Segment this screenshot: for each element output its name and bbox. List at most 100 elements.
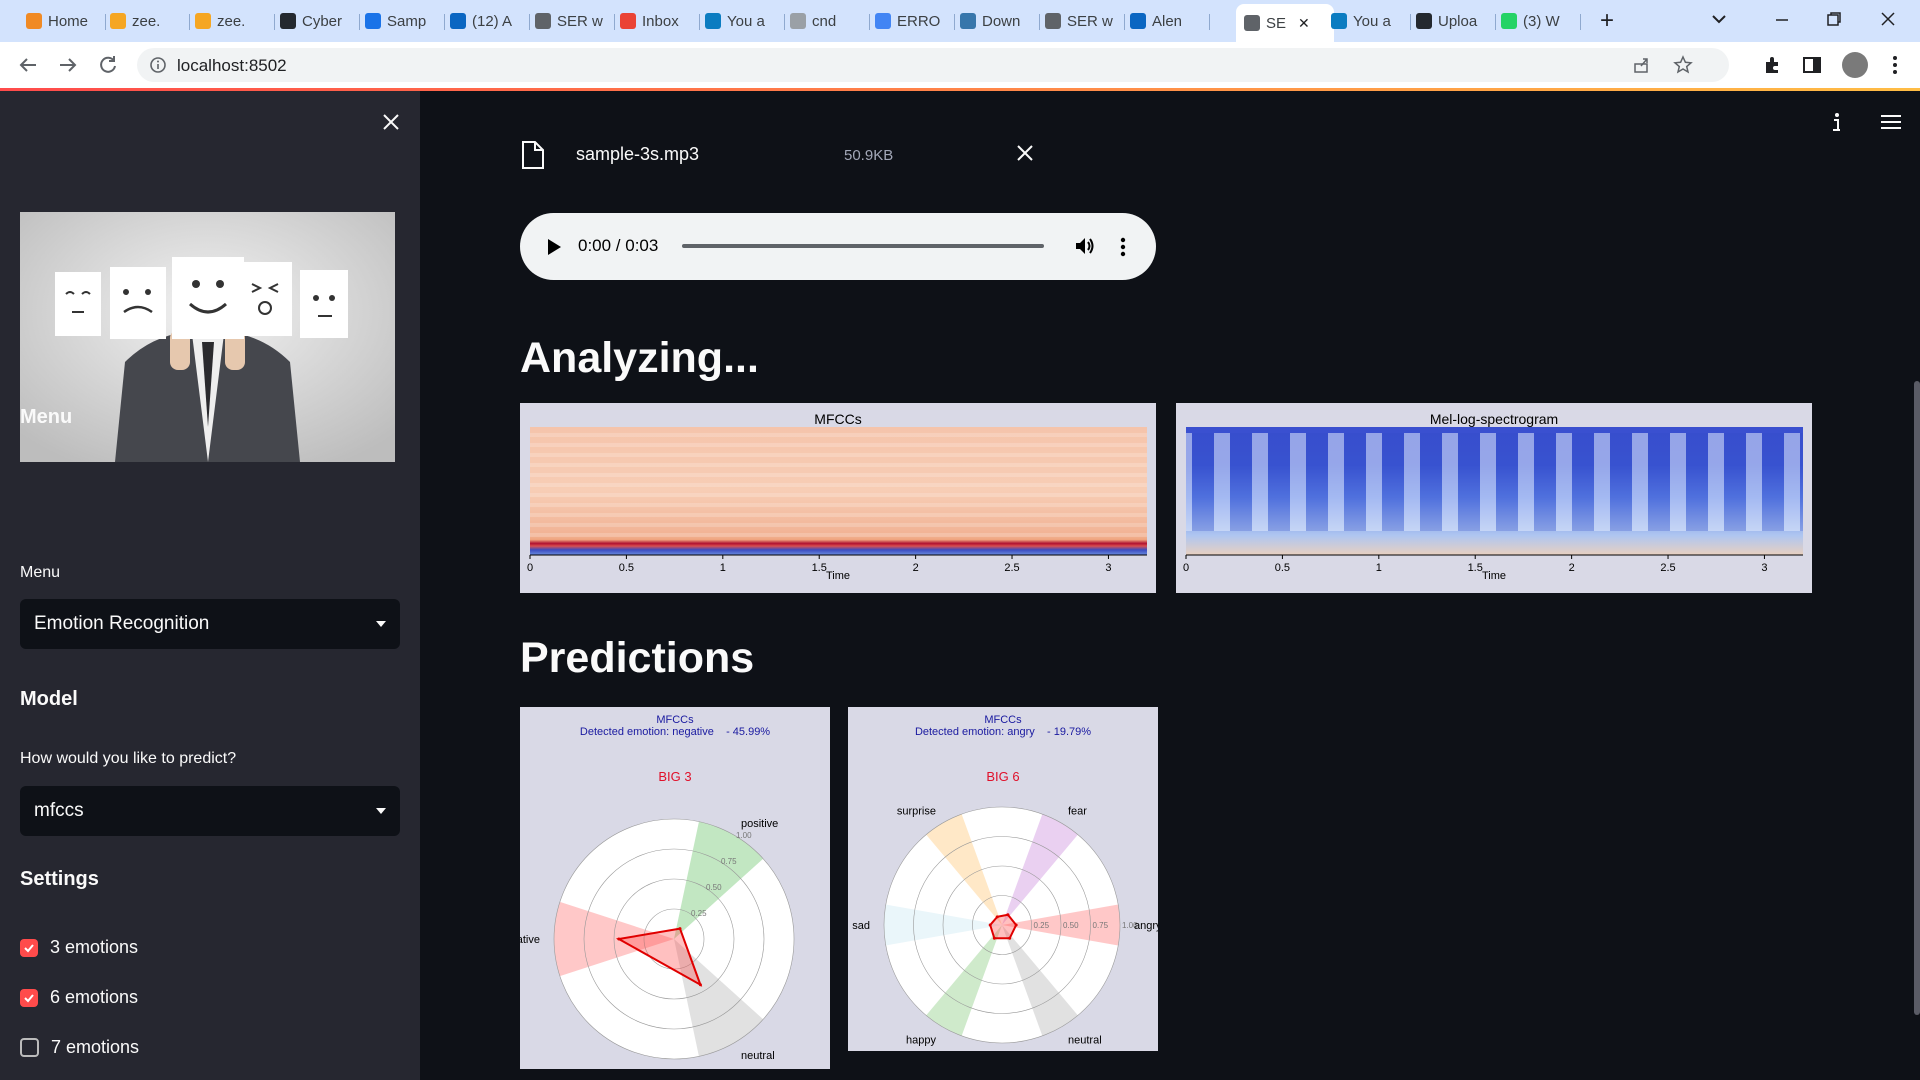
browser-menu-icon[interactable] xyxy=(1890,54,1900,76)
radar-data-point xyxy=(617,937,621,941)
tab-favicon-icon xyxy=(535,13,551,29)
radar-data-point xyxy=(992,936,996,940)
radar-category-label: negative xyxy=(520,934,540,946)
browser-tab[interactable]: (3) W xyxy=(1493,6,1581,36)
tab-label: (12) A xyxy=(472,12,513,30)
play-icon[interactable] xyxy=(546,238,562,256)
file-icon xyxy=(520,140,546,170)
tab-label: Inbox xyxy=(642,12,679,30)
tab-label: SER w xyxy=(557,12,603,30)
restore-button[interactable] xyxy=(1826,11,1842,27)
back-icon[interactable] xyxy=(16,53,40,77)
tab-label: Samp xyxy=(387,12,427,30)
radar-data-point xyxy=(698,983,702,987)
remove-file-icon[interactable] xyxy=(1016,144,1034,162)
share-icon[interactable] xyxy=(1633,56,1651,74)
menu-select[interactable]: Emotion Recognition xyxy=(20,599,400,649)
minimize-button[interactable] xyxy=(1774,12,1790,28)
radar-plot-area: 0.250.500.751.00angryfearsurprisesadhapp… xyxy=(852,806,1158,1047)
browser-tab[interactable]: You a xyxy=(697,6,785,36)
plot-xlabel: Time xyxy=(1481,570,1507,582)
checkbox-label: 3 emotions xyxy=(50,937,139,957)
tab-separator xyxy=(1209,14,1210,30)
radar-plot-area: 0.25 0.50 0.75 1.00positive negative neutral xyxy=(520,818,795,1062)
site-info-icon[interactable] xyxy=(149,56,167,74)
tab-label: cnd xyxy=(812,12,837,30)
tab-label: SER w xyxy=(1067,12,1113,30)
audio-progress-bar[interactable] xyxy=(682,244,1044,248)
radar-radial-tick-label: 0.25 xyxy=(1034,921,1050,930)
browser-tab-bar: Home zee. zee. Cyber Samp (12) A SER w Inbox You… xyxy=(0,0,1920,42)
browser-tab[interactable]: (12) A xyxy=(442,6,530,36)
checkbox-7-emotions[interactable]: 7 emotions xyxy=(20,1037,139,1058)
browser-tab[interactable]: Uploa xyxy=(1408,6,1496,36)
checkbox-unchecked-icon[interactable] xyxy=(20,1038,39,1057)
browser-tab[interactable]: Home xyxy=(18,6,106,36)
browser-tab[interactable]: Inbox xyxy=(612,6,700,36)
radar-category-label: happy xyxy=(906,1034,936,1046)
checkbox-checked-icon[interactable] xyxy=(20,988,38,1007)
bookmark-star-icon[interactable] xyxy=(1673,55,1693,75)
checkbox-6-emotions[interactable]: 6 emotions xyxy=(20,987,138,1008)
radar-radial-tick-label: 1.00 xyxy=(736,831,752,840)
reload-icon[interactable] xyxy=(96,53,120,77)
extensions-icon[interactable] xyxy=(1762,55,1782,75)
checkbox-checked-icon[interactable] xyxy=(20,938,38,957)
tab-label: Alen xyxy=(1152,12,1183,30)
main-scrollbar[interactable] xyxy=(1914,381,1920,1015)
hamburger-menu-icon[interactable] xyxy=(1880,113,1902,131)
audio-more-options-icon[interactable] xyxy=(1120,236,1126,258)
info-icon[interactable] xyxy=(1830,111,1842,133)
side-panel-icon[interactable] xyxy=(1803,56,1821,74)
menu-title: Menu xyxy=(20,406,73,428)
predict-select[interactable]: mfccs xyxy=(20,786,400,836)
predict-select-label: How would you like to predict? xyxy=(20,750,237,767)
tab-label: You a xyxy=(1353,12,1391,30)
radar-data-point xyxy=(988,923,992,927)
radar-radial-tick-label: 0.50 xyxy=(706,883,722,892)
forward-icon[interactable] xyxy=(56,53,80,77)
audio-player[interactable]: 0:00 / 0:03 xyxy=(520,213,1156,280)
menu-select-value: Emotion Recognition xyxy=(34,613,210,634)
browser-tab[interactable]: SER w xyxy=(1037,6,1125,36)
tab-favicon-icon xyxy=(450,13,466,29)
volume-icon[interactable] xyxy=(1074,235,1096,257)
tab-label: Down xyxy=(982,12,1021,30)
browser-tab[interactable]: Alen xyxy=(1122,6,1210,36)
chevron-down-icon xyxy=(376,621,386,627)
browser-tab[interactable]: SER w xyxy=(527,6,615,36)
browser-tab[interactable]: Down xyxy=(952,6,1040,36)
analyzing-heading: Analyzing... xyxy=(520,334,759,382)
file-name: sample-3s.mp3 xyxy=(576,144,700,164)
radar-data-point xyxy=(678,927,682,931)
browser-tab[interactable]: cnd xyxy=(782,6,870,36)
close-tab-icon[interactable]: ✕ xyxy=(1298,15,1310,32)
browser-tab[interactable]: zee. xyxy=(102,6,190,36)
browser-tab[interactable]: Cyber xyxy=(272,6,360,36)
mfcc-spectrogram-plot: MFCCs 0 0.5 1 1.5 2 2.5 3 Time xyxy=(520,403,1156,593)
radar-data-point xyxy=(1008,936,1012,940)
tab-search-icon[interactable] xyxy=(1710,10,1728,28)
close-window-button[interactable] xyxy=(1880,11,1896,27)
close-sidebar-icon[interactable] xyxy=(382,113,400,131)
new-tab-button[interactable]: + xyxy=(1600,9,1614,33)
radar-category-label: positive xyxy=(741,818,778,830)
browser-tab[interactable]: ERRO xyxy=(867,6,955,36)
browser-tab[interactable]: SE ✕ xyxy=(1236,4,1334,42)
browser-tab[interactable]: You a xyxy=(1323,6,1411,36)
checkbox-label: 6 emotions xyxy=(50,987,139,1007)
model-title: Model xyxy=(20,688,78,710)
address-bar[interactable]: localhost:8502 xyxy=(137,48,1729,82)
url-text[interactable]: localhost:8502 xyxy=(177,56,287,76)
browser-tab[interactable]: Samp xyxy=(357,6,445,36)
radar-category-label: neutral xyxy=(1068,1034,1102,1046)
tab-favicon-icon xyxy=(875,13,891,29)
profile-avatar[interactable] xyxy=(1842,52,1868,78)
tab-favicon-icon xyxy=(1416,13,1432,29)
tab-label: (3) W xyxy=(1523,12,1560,30)
radar-category-label: sad xyxy=(852,920,870,932)
checkbox-3-emotions[interactable]: 3 emotions xyxy=(20,937,138,958)
tab-label: zee. xyxy=(217,12,246,30)
browser-tab[interactable]: zee. xyxy=(187,6,275,36)
mel-heatmap: 0 0.5 1 1.5 2 2.5 3 xyxy=(1183,427,1803,574)
